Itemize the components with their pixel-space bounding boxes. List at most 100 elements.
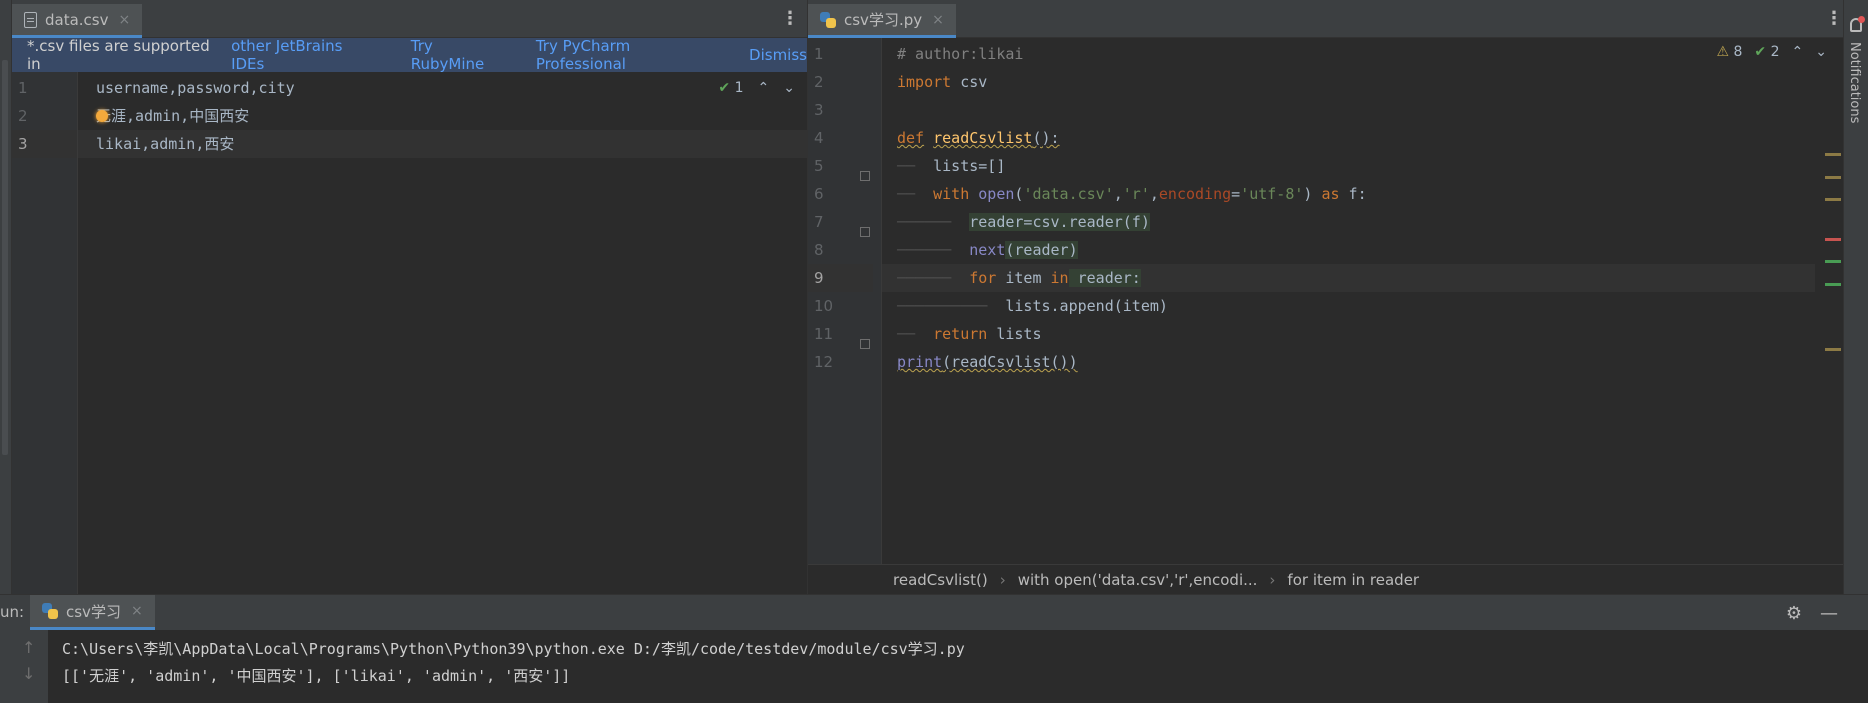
code-text: lists: [987, 325, 1042, 343]
next-highlight-icon[interactable]: ⌄: [783, 80, 795, 96]
line-number: 10: [814, 297, 834, 315]
string: 'utf-8': [1240, 185, 1304, 203]
console-line: C:\Users\李凯\AppData\Local\Programs\Pytho…: [62, 640, 965, 658]
gear-icon[interactable]: ⚙: [1786, 603, 1802, 624]
line-number: 3: [814, 101, 824, 119]
keyword: as: [1321, 185, 1340, 203]
check-icon: ✔: [718, 80, 731, 96]
tab-data-csv[interactable]: data.csv ×: [12, 4, 143, 38]
tab-csv-py[interactable]: csv学习.py ×: [808, 4, 956, 38]
text-file-icon: [24, 11, 37, 28]
dismiss-link[interactable]: Dismiss: [749, 46, 807, 64]
breadcrumb: readCsvlist() › with open('data.csv','r'…: [808, 564, 1843, 594]
check-icon: ✔: [1754, 44, 1767, 60]
code-line[interactable]: ────── for item in reader:: [882, 264, 1815, 292]
builtin: print: [897, 353, 943, 371]
error-stripe-mark[interactable]: [1825, 283, 1841, 286]
code-text: ():: [1032, 129, 1060, 147]
line-number: 9: [808, 264, 873, 292]
line-number: 3: [12, 130, 77, 158]
run-panel-header: un: csv学习 × ⚙ —: [0, 595, 1868, 630]
error-stripe-mark[interactable]: [1825, 348, 1841, 351]
code-line[interactable]: ────── reader=csv.reader(f): [882, 208, 1815, 236]
code-line[interactable]: ── with open('data.csv','r',encoding='ut…: [882, 180, 1815, 208]
code-line[interactable]: import csv: [882, 68, 1815, 96]
code-line[interactable]: ── lists=[]: [882, 152, 1815, 180]
python-editor-pane: csv学习.py × ⋮ 1 2 3 4 5 6 7 8 9 10 11 12 …: [808, 0, 1843, 594]
fold-icon[interactable]: [860, 339, 870, 349]
run-label: un:: [0, 603, 25, 621]
code-text: csv: [951, 73, 988, 91]
try-pycharm-link[interactable]: Try PyCharm Professional: [536, 37, 723, 73]
previous-highlight-icon[interactable]: ⌃: [758, 80, 770, 96]
fold-icon[interactable]: [860, 227, 870, 237]
more-options-icon[interactable]: ⋮: [1825, 8, 1843, 30]
run-panel: un: csv学习 × ⚙ — ↑ ↓ C:\Users\李凯\AppData\…: [0, 594, 1868, 703]
up-arrow-icon[interactable]: ↑: [22, 638, 35, 657]
warning-count: 8: [1733, 44, 1743, 60]
more-options-icon[interactable]: ⋮: [781, 8, 799, 30]
scroll-indicator[interactable]: [2, 60, 8, 455]
inspection-widget[interactable]: ✔ 1 ⌃ ⌄: [718, 80, 795, 96]
code-text: reader=csv.reader(f): [969, 213, 1150, 231]
code-line[interactable]: ────────── lists.append(item): [882, 292, 1815, 320]
run-toolbar: ⚙ —: [1786, 603, 1838, 624]
error-stripe-mark[interactable]: [1825, 153, 1841, 156]
code-line[interactable]: ── return lists: [882, 320, 1815, 348]
inspection-widget[interactable]: ⚠ 8 ✔ 2 ⌃ ⌄: [1716, 44, 1827, 60]
try-rubymine-link[interactable]: Try RubyMine: [411, 37, 510, 73]
parameter: encoding: [1158, 185, 1232, 203]
next-highlight-icon[interactable]: ⌄: [1815, 44, 1827, 60]
breadcrumb-item[interactable]: for item in reader: [1287, 571, 1419, 589]
close-tab-icon[interactable]: ×: [932, 12, 944, 28]
close-tab-icon[interactable]: ×: [119, 12, 131, 28]
left-tool-strip: [0, 0, 12, 594]
minimize-icon[interactable]: —: [1820, 603, 1838, 624]
error-stripe-mark[interactable]: [1825, 176, 1841, 179]
string: 'r': [1122, 185, 1150, 203]
code-line[interactable]: ────── next(reader): [882, 236, 1815, 264]
line-number: 8: [814, 241, 824, 259]
tab-label: csv学习.py: [844, 11, 923, 29]
other-ides-link[interactable]: other JetBrains IDEs: [231, 37, 379, 73]
keyword: import: [897, 73, 952, 91]
code-line[interactable]: likai,admin,西安: [78, 130, 807, 158]
keyword: with: [933, 185, 970, 203]
code-line[interactable]: # author:likai: [882, 40, 1815, 68]
code-line[interactable]: 无涯,admin,中国西安: [78, 102, 807, 130]
function-name: readCsvlist: [933, 129, 1033, 147]
fold-icon[interactable]: [860, 171, 870, 181]
code-text: lists.append(item): [1005, 297, 1168, 315]
error-stripe-mark[interactable]: [1825, 238, 1841, 241]
builtin: next: [969, 241, 1006, 259]
down-arrow-icon[interactable]: ↓: [22, 664, 35, 683]
code-text: reader:: [1068, 269, 1141, 287]
close-tab-icon[interactable]: ×: [131, 603, 143, 619]
python-code-area[interactable]: # author:likai import csv def readCsvlis…: [881, 38, 1843, 564]
code-line[interactable]: def readCsvlist():: [882, 124, 1815, 152]
breadcrumb-item[interactable]: with open('data.csv','r',encodi...: [1018, 571, 1258, 589]
code-line[interactable]: print(readCsvlist()): [882, 348, 1815, 376]
string: 'data.csv': [1023, 185, 1114, 203]
breadcrumb-item[interactable]: readCsvlist(): [893, 571, 988, 589]
builtin: open: [978, 185, 1015, 203]
tab-run-csv[interactable]: csv学习 ×: [30, 595, 155, 630]
error-stripe-mark[interactable]: [1825, 198, 1841, 201]
keyword: in: [1050, 269, 1069, 287]
console-output[interactable]: C:\Users\李凯\AppData\Local\Programs\Pytho…: [48, 630, 1868, 703]
line-number-gutter: 1 2 3 4 5 6 7 8 9 10 11 12: [808, 38, 881, 564]
code-line[interactable]: username,password,city: [78, 74, 807, 102]
notifications-strip[interactable]: Notifications: [1843, 0, 1868, 594]
console-line: [['无涯', 'admin', '中国西安'], ['likai', 'adm…: [62, 667, 571, 685]
previous-highlight-icon[interactable]: ⌃: [1792, 44, 1804, 60]
python-file-icon: [820, 11, 836, 28]
lightbulb-icon[interactable]: [96, 110, 108, 122]
inspection-count: 1: [734, 80, 744, 96]
code-line[interactable]: [882, 96, 1815, 124]
csv-code-area[interactable]: username,password,city 无涯,admin,中国西安 lik…: [77, 72, 807, 594]
run-tab-label: csv学习: [66, 602, 121, 621]
line-number-gutter: 1 2 3: [12, 72, 77, 594]
line-number: 1: [814, 45, 824, 63]
error-stripe-mark[interactable]: [1825, 260, 1841, 263]
code-text: item: [996, 269, 1051, 287]
